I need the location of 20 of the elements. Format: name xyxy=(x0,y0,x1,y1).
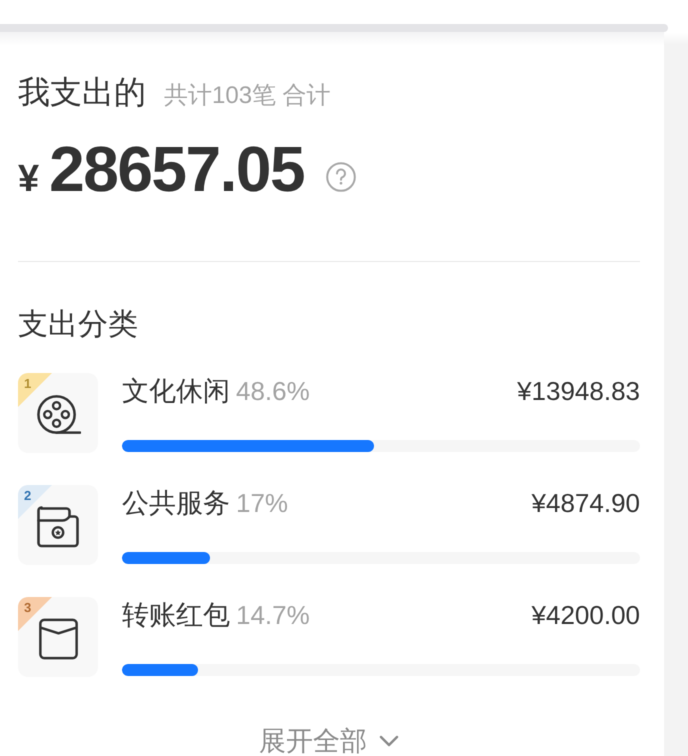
total-amount: 28657.05 xyxy=(49,134,304,204)
envelope-icon xyxy=(18,597,98,677)
summary-title: 我支出的 xyxy=(18,73,146,112)
currency-sign: ¥ xyxy=(18,157,40,202)
category-name: 转账红包 xyxy=(122,599,230,632)
chevron-down-icon xyxy=(379,735,399,747)
category-name: 文化休闲 xyxy=(122,375,230,408)
category-percent: 17% xyxy=(236,487,288,520)
category-amount: ¥4200.00 xyxy=(532,599,640,632)
section-title: 支出分类 xyxy=(18,307,139,343)
category-amount: ¥4874.90 xyxy=(532,487,640,520)
folder-icon xyxy=(18,485,98,565)
category-name: 公共服务 xyxy=(122,487,230,520)
category-percent: 14.7% xyxy=(236,599,310,632)
film-reel-icon xyxy=(18,373,98,453)
category-amount: ¥13948.83 xyxy=(517,375,640,408)
expand-all-button[interactable]: 展开全部 xyxy=(259,727,399,755)
help-icon[interactable] xyxy=(326,162,356,192)
summary-subtitle: 共计103笔 合计 xyxy=(164,81,331,111)
category-percent: 48.6% xyxy=(236,375,310,408)
